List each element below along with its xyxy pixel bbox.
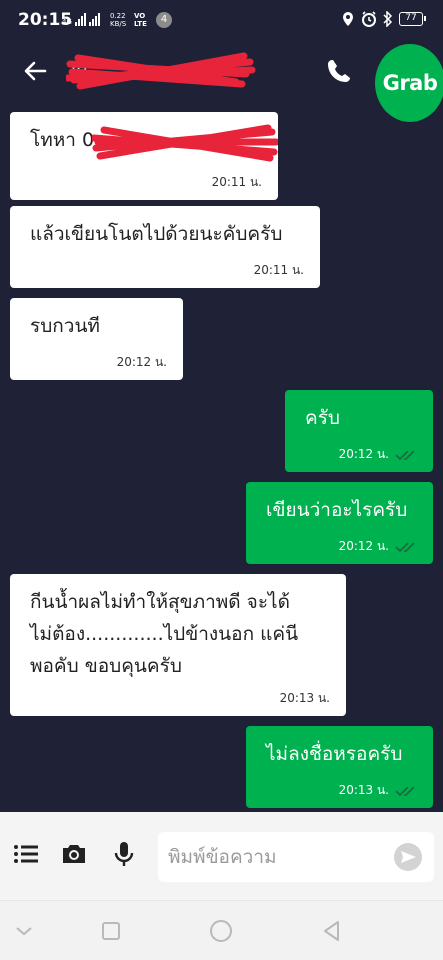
message-bubble-outgoing[interactable]: ไม่ลงชื่อหรอครับ 20:13 น.	[246, 726, 433, 808]
battery-indicator: 77	[399, 12, 426, 26]
message-composer-bar	[0, 812, 443, 900]
message-meta: 20:12 น.	[339, 445, 417, 464]
message-time: 20:11 น.	[253, 263, 304, 277]
message-time: 20:13 น.	[279, 691, 330, 705]
signal-bars-icon-2	[88, 12, 100, 26]
back-triangle-icon[interactable]	[320, 919, 344, 943]
grab-logo: Grab	[375, 44, 443, 122]
message-input[interactable]	[168, 840, 386, 874]
read-receipt-icon	[395, 541, 415, 552]
message-text: แล้วเขียนโนตไปด้วยนะคับครับ	[30, 223, 283, 245]
message-bubble-incoming[interactable]: โทหา 0 20:11 น.	[10, 112, 278, 200]
message-bubble-incoming[interactable]: กีนน้ำผลไม่ทำให้สุขภาพดี จะได้ ไม่ต้อง..…	[10, 574, 346, 716]
message-bubble-incoming[interactable]: แล้วเขียนโนตไปด้วยนะคับครับ 20:11 น.	[10, 206, 320, 288]
signal-bars-icon	[74, 12, 86, 26]
read-receipt-icon	[395, 785, 415, 796]
message-meta: 20:12 น.	[339, 537, 417, 556]
message-meta: 20:13 น.	[339, 781, 417, 800]
alarm-icon	[362, 11, 376, 27]
message-text: ไม่ลงชื่อหรอครับ	[266, 743, 403, 765]
home-circle-icon[interactable]	[209, 919, 233, 943]
bluetooth-icon	[383, 11, 393, 27]
message-meta: 20:12 น.	[117, 353, 167, 372]
volte-indicator: VO LTE	[134, 12, 147, 28]
message-text: โทหา 0	[30, 129, 95, 151]
network-type: 4G	[62, 18, 72, 26]
network-speed: 0.22 KB/S	[110, 12, 127, 28]
message-time: 20:12 น.	[116, 355, 167, 369]
message-time: 20:12 น.	[338, 539, 389, 553]
recents-square-icon[interactable]	[99, 919, 123, 943]
message-meta: 20:11 น.	[212, 173, 262, 192]
phone-icon[interactable]	[324, 56, 354, 86]
message-time: 20:13 น.	[338, 783, 389, 797]
message-bubble-outgoing[interactable]: เขียนว่าอะไรครับ 20:12 น.	[246, 482, 433, 564]
message-input-container	[158, 832, 434, 882]
camera-icon[interactable]	[60, 840, 88, 868]
location-icon	[343, 12, 353, 26]
status-bar: 20:15 4G 0.22 KB/S VO LTE 4 77	[0, 0, 443, 42]
message-bubble-outgoing[interactable]: ครับ 20:12 น.	[285, 390, 433, 472]
message-list: โทหา 0 20:11 น. แล้วเขียนโนตไปด้วยนะคับค…	[0, 104, 443, 812]
menu-list-icon[interactable]	[12, 840, 40, 868]
redaction-mark	[66, 52, 256, 90]
back-arrow-icon[interactable]	[20, 56, 50, 86]
message-text: ครับ	[305, 407, 340, 429]
system-nav-bar	[0, 900, 443, 960]
message-meta: 20:13 น.	[280, 689, 330, 708]
redaction-mark	[92, 124, 278, 162]
chevron-down-icon[interactable]	[12, 919, 36, 943]
message-text: เขียนว่าอะไรครับ	[266, 499, 408, 521]
message-text: รบกวนที	[30, 315, 100, 337]
message-meta: 20:11 น.	[254, 261, 304, 280]
read-receipt-icon	[395, 449, 415, 460]
status-icons: 77	[341, 11, 426, 27]
message-time: 20:11 น.	[211, 175, 262, 189]
microphone-icon[interactable]	[110, 840, 138, 868]
send-button[interactable]	[394, 843, 422, 871]
send-icon	[401, 851, 416, 863]
message-time: 20:12 น.	[338, 447, 389, 461]
message-bubble-incoming[interactable]: รบกวนที 20:12 น.	[10, 298, 183, 380]
message-text: กีนน้ำผลไม่ทำให้สุขภาพดี จะได้ ไม่ต้อง..…	[30, 591, 299, 677]
signal-indicator: 4G	[62, 12, 100, 26]
notification-count-badge: 4	[156, 12, 172, 28]
